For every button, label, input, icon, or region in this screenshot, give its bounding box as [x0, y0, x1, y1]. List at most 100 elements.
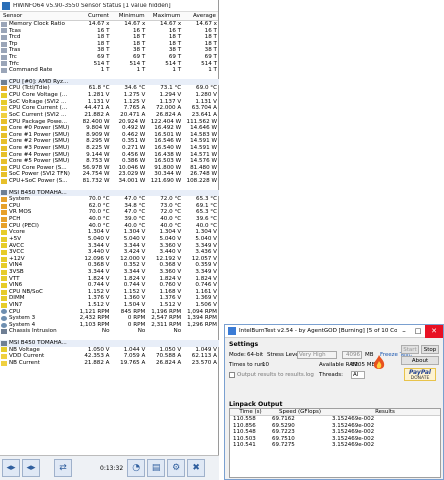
clk-sensor-icon: [1, 54, 7, 60]
times-to-run-value[interactable]: 10: [262, 362, 269, 368]
sensor-row[interactable]: System 4 1,103 RPM 0 RPM 2,311 RPM 1,296 RPM: [0, 322, 219, 329]
sensor-row[interactable]: NB Current 21.882 A 19.765 A 26.824 A 23.570…: [0, 360, 219, 367]
output-results-checkbox[interactable]: [229, 372, 235, 378]
column-sensor[interactable]: Sensor: [0, 13, 75, 19]
sensor-row[interactable]: DIMM 1.376 V 1.360 V 1.376 V 1.369 V: [0, 295, 219, 302]
sensor-row[interactable]: 3VSB 3.344 V 3.344 V 3.360 V 3.349 V: [0, 269, 219, 276]
sensor-row[interactable]: VTT 1.824 V 1.824 V 1.824 V 1.824 V: [0, 276, 219, 283]
sensor-row[interactable]: Tras 38 T 38 T 38 T 38 T: [0, 47, 219, 54]
column-maximum[interactable]: Maximum: [147, 13, 183, 19]
sensor-row[interactable]: Trfc 514 T 514 T 514 T 514 T: [0, 61, 219, 68]
sensor-row[interactable]: 3VCC 3.440 V 3.424 V 3.440 V 3.436 V: [0, 249, 219, 256]
sensor-row[interactable]: Vcore 1.304 V 1.304 V 1.304 V 1.304 V: [0, 229, 219, 236]
sensor-row[interactable]: PCH 40.0 °C 39.0 °C 40.0 °C 39.6 °C: [0, 216, 219, 223]
volt-sensor-icon: [1, 347, 7, 353]
pwr-sensor-icon: [1, 172, 7, 178]
sensor-row[interactable]: VDD Current 42.353 A 7.059 A 70.588 A 62.113…: [0, 353, 219, 360]
sensor-row[interactable]: Trc 69 T 69 T 69 T 69 T: [0, 54, 219, 61]
minimize-icon[interactable]: –: [397, 325, 411, 338]
sensor-row[interactable]: CPU (PECI) 40.0 °C 40.0 °C 40.0 °C 40.0 °C: [0, 223, 219, 230]
network-icon[interactable]: ⇄: [54, 459, 72, 477]
sensor-row[interactable]: SoC Power (SVI2 TFN) 24.754 W 23.029 W 30.3…: [0, 171, 219, 178]
sensor-row[interactable]: System 3 2,432 RPM 0 RPM 2,547 RPM 1,394 RPM: [0, 315, 219, 322]
sensor-row[interactable]: CPU (Tctl/Tdie) 61.8 °C 34.6 °C 73.1 °C 69.0…: [0, 85, 219, 92]
sensor-row[interactable]: Memory Clock Ratio 14.67 x 14.67 x 14.67 x1…: [0, 21, 219, 28]
sensor-row[interactable]: Core #1 Power (SMU) 8.909 W 0.462 W 16.501 …: [0, 132, 219, 139]
sensor-row[interactable]: Command Rate 1 T 1 T 1 T 1 T: [0, 67, 219, 74]
average-value: 23.570 A: [191, 359, 217, 366]
sensor-row[interactable]: CPU Core Power (S... 56.978 W 10.046 W 91.8…: [0, 165, 219, 172]
sensor-row[interactable]: CPU Package Powe... 82.400 W 20.924 W 122.4…: [0, 119, 219, 126]
sensor-group-row[interactable]: CPU [#0]: AMD Ryz...: [0, 78, 219, 86]
maximize-icon[interactable]: □: [411, 325, 425, 338]
nav-right-arrows-icon[interactable]: ◂▸: [22, 459, 40, 477]
sensor-row[interactable]: CPU+SoC Power (S... 81.732 W 34.001 W 121.6…: [0, 178, 219, 185]
sensor-row[interactable]: Core #3 Power (SMU) 8.225 W 0.271 W 16.540 …: [0, 145, 219, 152]
sensor-row[interactable]: CPU Core Current (... 44.471 A 7.765 A 72.0…: [0, 105, 219, 112]
memory-size-field[interactable]: 4096: [342, 351, 362, 359]
sensor-group-row[interactable]: MSI B450 TOMAHA...: [0, 189, 219, 197]
sensor-row[interactable]: CPU 1,121 RPM 845 RPM 1,196 RPM 1,094 RPM: [0, 309, 219, 316]
sensor-row[interactable]: System 70.0 °C 47.0 °C 72.0 °C 65.3 °C: [0, 196, 219, 203]
sensor-row[interactable]: +5V 5.040 V 5.040 V 5.040 V 5.040 V: [0, 236, 219, 243]
close-window-icon[interactable]: ✕: [425, 324, 443, 338]
about-button[interactable]: About: [401, 356, 439, 365]
header-results[interactable]: Results: [328, 409, 438, 415]
sensor-group-row[interactable]: MSI B450 TOMAHA...: [0, 340, 219, 347]
sensor-row[interactable]: CPU Core Voltage (... 1.281 V 1.275 V 1.294…: [0, 92, 219, 99]
sensor-row[interactable]: AVCC 3.344 V 3.344 V 3.360 V 3.349 V: [0, 243, 219, 250]
table-row[interactable]: 110.541 69.7275 3.152469e-002: [230, 442, 440, 449]
sensor-row[interactable]: CPU 62.0 °C 34.8 °C 73.0 °C 69.1 °C: [0, 203, 219, 210]
report-icon[interactable]: ▤: [147, 459, 166, 477]
column-minimum[interactable]: Minimum: [111, 13, 147, 19]
sensor-row[interactable]: Core #4 Power (SMU) 9.144 W 0.456 W 16.438 …: [0, 152, 219, 159]
threads-select[interactable]: Al: [351, 371, 365, 379]
ibt-titlebar[interactable]: IntelBurnTest v2.54 - by AgentGOD [Burni…: [225, 324, 443, 338]
column-average[interactable]: Average: [182, 13, 218, 19]
sensor-row[interactable]: VIN7 1.512 V 1.504 V 1.512 V 1.506 V: [0, 302, 219, 309]
temp-sensor-icon: [1, 210, 7, 216]
stop-button[interactable]: Stop: [421, 345, 439, 354]
sensor-row[interactable]: Core #2 Power (SMU) 8.295 W 0.351 W 16.546 …: [0, 138, 219, 145]
start-button[interactable]: Start: [401, 345, 419, 354]
hwinfo-titlebar[interactable]: HWiNFO64 v5.90-3550 Sensor Status [1 val…: [0, 0, 218, 12]
clk-sensor-icon: [1, 48, 7, 54]
sensor-row[interactable]: Tcas 16 T 16 T 16 T 16 T: [0, 28, 219, 35]
sensor-row[interactable]: VIN6 0.744 V 0.744 V 0.760 V 0.746 V: [0, 282, 219, 289]
sensor-row[interactable]: Trcd 18 T 18 T 18 T 18 T: [0, 34, 219, 41]
header-time[interactable]: Time (s): [230, 409, 268, 415]
sensor-row[interactable]: VR MOS 70.0 °C 47.0 °C 72.0 °C 65.3 °C: [0, 209, 219, 216]
minimum-value: 34.001 W: [118, 178, 146, 185]
sensor-row[interactable]: Chassis Intrusion No No No: [0, 328, 219, 335]
average-value: 1 T: [208, 67, 217, 74]
header-speed[interactable]: Speed (GFlops): [268, 409, 328, 415]
column-current[interactable]: Current: [75, 13, 111, 19]
nav-left-arrows-icon[interactable]: ◂▸: [2, 459, 20, 477]
sensor-row[interactable]: Core #0 Power (SMU) 9.804 W 0.492 W 16.492 …: [0, 125, 219, 132]
sensor-row[interactable]: NB Voltage 1.050 V 1.044 V 1.050 V 1.049 V: [0, 347, 219, 354]
clock-icon[interactable]: ◔: [127, 459, 146, 477]
pwr-sensor-icon: [1, 139, 7, 145]
sensor-row[interactable]: SoC Voltage (SVI2 ... 1.131 V 1.125 V 1.137…: [0, 99, 219, 106]
ibt-app-icon: [228, 327, 236, 335]
sensor-row[interactable]: SoC Current (SVI2 ... 21.882 A 20.471 A 26.…: [0, 112, 219, 119]
hwinfo-app-icon: [2, 1, 10, 10]
paypal-donate-button[interactable]: PayPal DONATE: [404, 368, 436, 381]
fan-sensor-icon: [1, 316, 7, 321]
current-value: No: [101, 328, 110, 335]
sensor-row[interactable]: VIN4 0.368 V 0.352 V 0.368 V 0.359 V: [0, 262, 219, 269]
intelburntest-window: IntelBurnTest v2.54 - by AgentGOD [Burni…: [224, 324, 444, 480]
chip-sensor-icon: [1, 190, 7, 196]
sensor-row[interactable]: Trp 18 T 18 T 18 T 18 T: [0, 41, 219, 48]
sensor-row[interactable]: +12V 12.096 V 12.000 V 12.192 V 12.057 V: [0, 256, 219, 263]
volt-sensor-icon: [1, 230, 7, 236]
average-value: 108.228 W: [186, 178, 217, 185]
sensor-row[interactable]: Core #5 Power (SMU) 8.753 W 0.386 W 16.503 …: [0, 158, 219, 165]
linpack-results-table[interactable]: Time (s) Speed (GFlops) Results 110.558 6…: [229, 408, 441, 478]
fan-sensor-icon: [1, 322, 7, 328]
close-icon[interactable]: ✖: [187, 459, 206, 477]
sensor-row[interactable]: CPU NB/SoC 1.152 V 1.152 V 1.168 V 1.161 V: [0, 289, 219, 296]
settings-icon[interactable]: ⚙: [167, 459, 186, 477]
sensor-list[interactable]: Memory Clock Ratio 14.67 x 14.67 x 14.67 x1…: [0, 21, 219, 453]
stress-level-select[interactable]: Very High: [297, 351, 337, 359]
